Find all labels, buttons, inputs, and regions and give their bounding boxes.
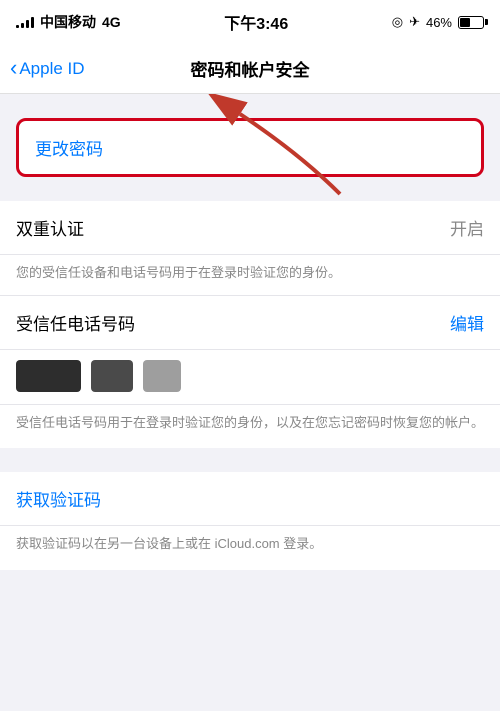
two-factor-status: 开启 xyxy=(450,215,484,240)
verification-section: 获取验证码 获取验证码以在另一台设备上或在 iCloud.com 登录。 xyxy=(0,472,500,570)
two-factor-section: 双重认证 开启 您的受信任设备和电话号码用于在登录时验证您的身份。 受信任电话号… xyxy=(0,201,500,448)
chevron-left-icon: ‹ xyxy=(10,57,17,79)
carrier-label: 中国移动 xyxy=(40,12,96,32)
edit-button[interactable]: 编辑 xyxy=(450,310,484,335)
back-button[interactable]: ‹ Apple ID xyxy=(10,58,85,79)
back-label: Apple ID xyxy=(19,59,84,79)
status-time: 下午3:46 xyxy=(224,10,288,34)
verification-code-label[interactable]: 获取验证码 xyxy=(16,486,101,511)
change-password-card[interactable]: 更改密码 xyxy=(16,118,484,177)
status-bar: 中国移动 4G 下午3:46 ◎ ✈ 46% xyxy=(0,0,500,44)
signal-icon xyxy=(16,16,34,28)
status-carrier: 中国移动 4G xyxy=(16,12,121,32)
trusted-phone-row[interactable]: 受信任电话号码 编辑 xyxy=(0,296,500,350)
verification-code-description: 获取验证码以在另一台设备上或在 iCloud.com 登录。 xyxy=(0,526,500,570)
trusted-phone-label: 受信任电话号码 xyxy=(16,310,135,335)
phone-thumbnails xyxy=(0,350,500,405)
phone-thumb-3 xyxy=(143,360,181,392)
phone-thumb-1 xyxy=(16,360,81,392)
network-type: 4G xyxy=(102,14,121,30)
bluetooth-icon: ✈ xyxy=(409,14,420,30)
navigation-bar: ‹ Apple ID 密码和帐户安全 xyxy=(0,44,500,94)
change-password-row[interactable]: 更改密码 xyxy=(19,121,481,174)
change-password-label: 更改密码 xyxy=(35,135,103,160)
battery-percent: 46% xyxy=(426,15,452,30)
location-icon: ◎ xyxy=(392,14,403,30)
phone-thumb-2 xyxy=(91,360,133,392)
battery-icon xyxy=(458,16,484,29)
verification-code-row[interactable]: 获取验证码 xyxy=(0,472,500,526)
content-area: 更改密码 双重认证 开启 您的受信任设备和电话号码用于在登录时验证您的身份。 受… xyxy=(0,94,500,570)
trusted-phone-description: 受信任电话号码用于在登录时验证您的身份，以及在您忘记密码时恢复您的帐户。 xyxy=(0,405,500,449)
status-icons: ◎ ✈ 46% xyxy=(392,14,484,30)
two-factor-description: 您的受信任设备和电话号码用于在登录时验证您的身份。 xyxy=(0,255,500,296)
two-factor-row[interactable]: 双重认证 开启 xyxy=(0,201,500,255)
two-factor-label: 双重认证 xyxy=(16,215,84,240)
page-title: 密码和帐户安全 xyxy=(191,56,310,81)
